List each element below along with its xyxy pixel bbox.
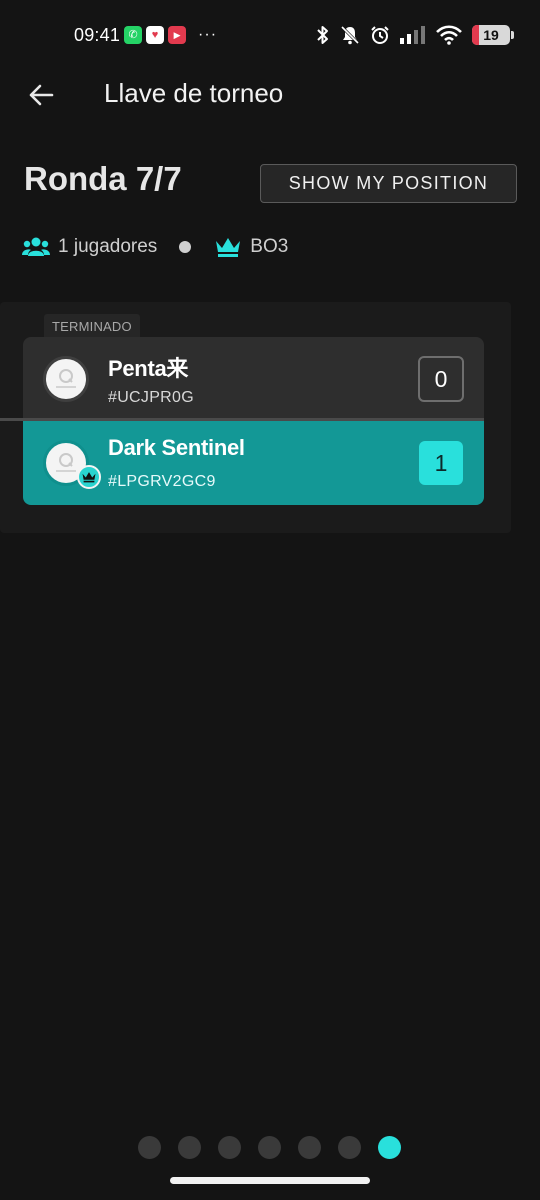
notification-icons: ✆ ♥ ▶ bbox=[124, 26, 187, 44]
page-title: Llave de torneo bbox=[104, 78, 284, 108]
crown-icon bbox=[216, 238, 241, 257]
winner-crown-icon bbox=[77, 465, 101, 489]
battery-icon: 19 bbox=[472, 25, 514, 45]
player-score: 0 bbox=[418, 356, 464, 402]
signal-icon bbox=[400, 26, 426, 44]
player-name: Dark Sentinel bbox=[108, 435, 245, 460]
avatar bbox=[43, 356, 89, 402]
match-card[interactable]: Penta来 #UCJPR0G 0 Dark Sentinel #LPGRV2G… bbox=[23, 337, 484, 505]
round-title: Ronda 7/7 bbox=[24, 160, 182, 197]
round-pager bbox=[138, 1136, 401, 1159]
arrow-left-icon bbox=[29, 84, 54, 106]
people-icon bbox=[22, 237, 50, 256]
app-bar: Llave de torneo bbox=[0, 70, 540, 118]
players-count: 1 jugadores bbox=[58, 236, 158, 257]
youtube-icon: ▶ bbox=[168, 26, 187, 44]
player-row[interactable]: Dark Sentinel #LPGRV2GC9 1 bbox=[23, 421, 484, 505]
pager-dot[interactable] bbox=[138, 1136, 161, 1159]
home-indicator[interactable] bbox=[170, 1177, 370, 1184]
bell-muted-icon bbox=[340, 25, 360, 45]
status-bar: 09:41 ✆ ♥ ▶ ··· 19 bbox=[0, 0, 540, 70]
status-time: 09:41 bbox=[74, 24, 121, 45]
pager-dot[interactable] bbox=[378, 1136, 401, 1159]
alarm-icon bbox=[370, 25, 390, 45]
battery-level: 19 bbox=[483, 27, 499, 43]
whatsapp-icon: ✆ bbox=[124, 26, 143, 44]
player-tag: #LPGRV2GC9 bbox=[108, 473, 216, 490]
player-tag: #UCJPR0G bbox=[108, 389, 194, 406]
player-name: Penta来 bbox=[108, 356, 189, 381]
more-notifications-icon: ··· bbox=[198, 26, 218, 43]
pager-dot[interactable] bbox=[218, 1136, 241, 1159]
back-button[interactable] bbox=[24, 78, 58, 112]
pager-dot[interactable] bbox=[178, 1136, 201, 1159]
player-row[interactable]: Penta来 #UCJPR0G 0 bbox=[23, 337, 484, 421]
wifi-icon bbox=[436, 25, 462, 45]
qlash-logo-icon bbox=[56, 369, 76, 388]
pager-dot[interactable] bbox=[298, 1136, 321, 1159]
match-format: BO3 bbox=[250, 236, 289, 257]
bracket-connector-line bbox=[0, 418, 484, 421]
show-my-position-button[interactable]: SHOW MY POSITION bbox=[260, 164, 517, 203]
bluetooth-icon bbox=[316, 25, 330, 45]
pager-dot[interactable] bbox=[258, 1136, 281, 1159]
heart-app-icon: ♥ bbox=[146, 26, 165, 44]
player-score: 1 bbox=[419, 441, 463, 485]
tournament-meta: 1 jugadores BO3 bbox=[22, 234, 288, 260]
pager-dot[interactable] bbox=[338, 1136, 361, 1159]
separator-dot bbox=[179, 241, 192, 253]
match-status-tag: TERMINADO bbox=[44, 314, 140, 338]
